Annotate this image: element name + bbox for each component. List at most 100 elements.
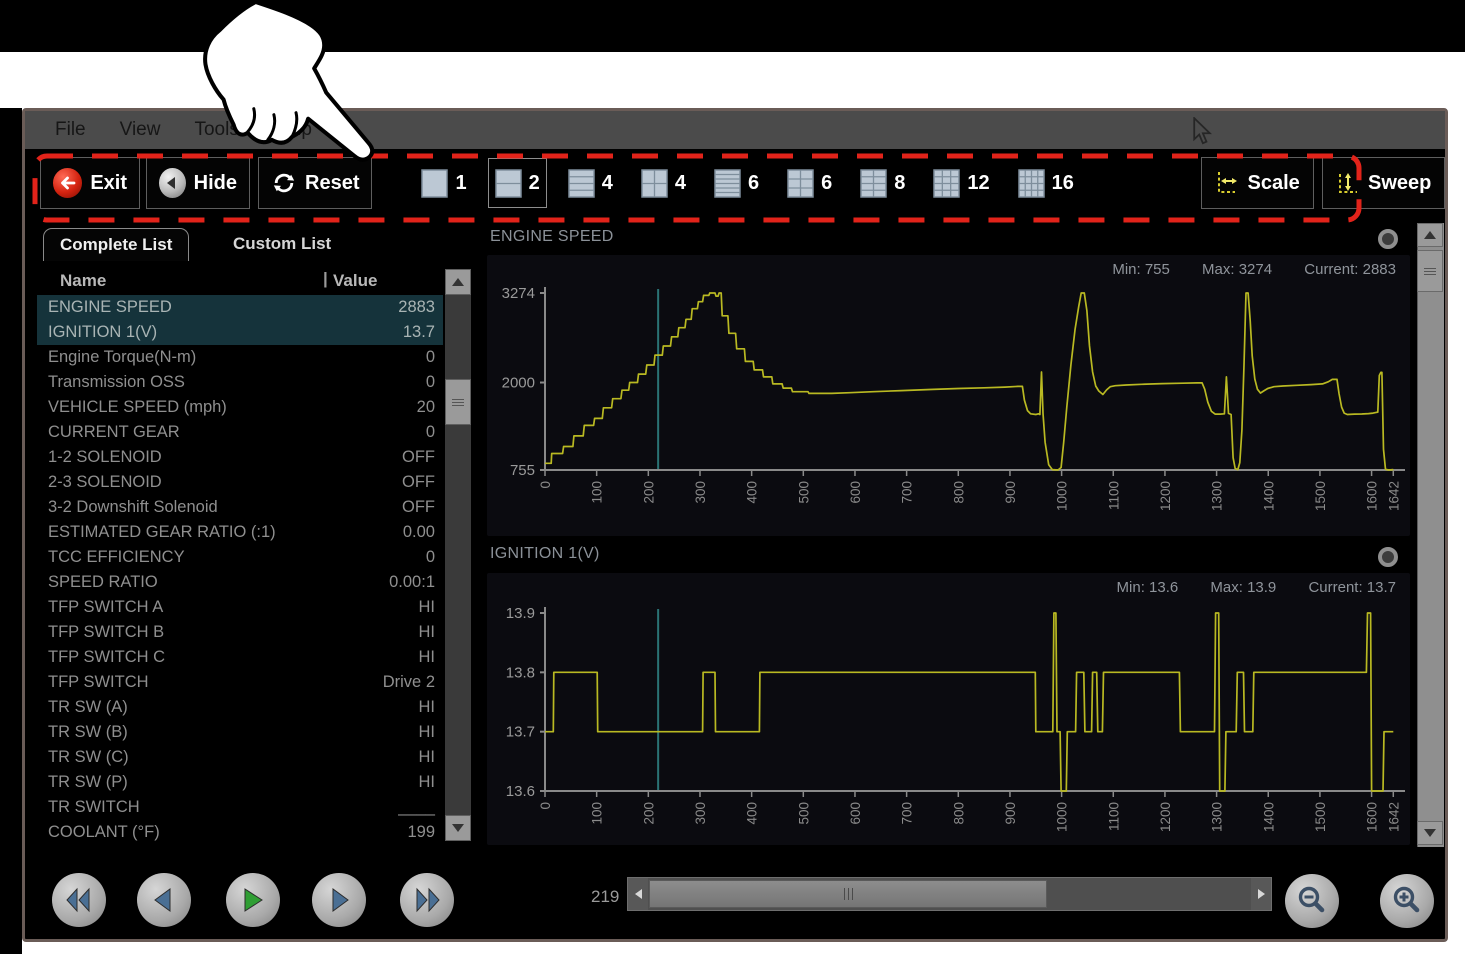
play-button[interactable]: [226, 873, 280, 927]
timeline-left-arrow-icon[interactable]: [628, 878, 648, 910]
parameter-row[interactable]: COOLANT (°F)199: [37, 820, 443, 845]
chart-scroll-up-icon[interactable]: [1417, 223, 1443, 247]
grid-12-icon: [933, 169, 960, 198]
parameter-row[interactable]: TR SWITCH____: [37, 795, 443, 820]
parameter-name: ENGINE SPEED: [37, 298, 398, 317]
parameter-row[interactable]: TR SW (C)HI: [37, 745, 443, 770]
rewind-icon: [64, 885, 94, 915]
parameter-row[interactable]: ESTIMATED GEAR RATIO (:1)0.00: [37, 520, 443, 545]
layout-button-label: 2: [529, 172, 540, 195]
layout-button-label: 1: [455, 172, 466, 195]
svg-text:400: 400: [745, 802, 760, 825]
scale-label: Scale: [1247, 172, 1299, 195]
timeline-right-arrow-icon[interactable]: [1251, 878, 1271, 910]
parameter-row[interactable]: TR SW (A)HI: [37, 695, 443, 720]
svg-text:800: 800: [951, 481, 966, 504]
parameter-value: 20: [417, 398, 443, 417]
parameter-row[interactable]: 3-2 Downshift SolenoidOFF: [37, 495, 443, 520]
svg-text:13.9: 13.9: [506, 605, 535, 622]
zoom-in-button[interactable]: [1380, 874, 1434, 928]
parameter-list: ENGINE SPEED2883IGNITION 1(V)13.7Engine …: [37, 295, 443, 845]
svg-text:1100: 1100: [1106, 802, 1121, 831]
layout-button-4-4x1[interactable]: 4: [561, 164, 620, 203]
layout-button-4-2x2[interactable]: 4: [634, 164, 693, 203]
sweep-label: Sweep: [1368, 172, 1431, 195]
parameter-name: TFP SWITCH: [37, 673, 383, 692]
layout-button-12-4x3[interactable]: 12: [926, 164, 996, 203]
svg-text:1200: 1200: [1158, 481, 1173, 511]
grid-16-icon: [1018, 169, 1045, 198]
parameter-value: HI: [419, 648, 444, 667]
parameter-value: OFF: [402, 448, 443, 467]
step-forward-button[interactable]: [312, 873, 366, 927]
list-scrollbar[interactable]: [445, 269, 471, 841]
tab-complete-list[interactable]: Complete List: [43, 228, 189, 261]
exit-label: Exit: [90, 172, 127, 195]
menu-item-file[interactable]: File: [55, 119, 86, 141]
sweep-button[interactable]: Sweep: [1322, 157, 1445, 209]
sweep-vertical-arrow-icon: [1336, 170, 1360, 196]
chart-scroll-down-icon[interactable]: [1417, 821, 1443, 845]
magnifier-plus-icon: [1390, 884, 1424, 918]
layout-button-2-2x1[interactable]: 2: [488, 158, 547, 208]
parameter-row[interactable]: 2-3 SOLENOIDOFF: [37, 470, 443, 495]
parameter-row[interactable]: ENGINE SPEED2883: [37, 295, 443, 320]
grid-6-icon: [787, 169, 814, 198]
layout-button-label: 4: [602, 172, 613, 195]
parameter-row[interactable]: IGNITION 1(V)13.7: [37, 320, 443, 345]
parameter-row[interactable]: TR SW (P)HI: [37, 770, 443, 795]
chart-scroll-thumb[interactable]: [1417, 250, 1443, 292]
parameter-row[interactable]: 1-2 SOLENOIDOFF: [37, 445, 443, 470]
parameter-name: TR SW (A): [37, 698, 419, 717]
parameter-row[interactable]: CURRENT GEAR0: [37, 420, 443, 445]
ignition-chart[interactable]: 13.913.813.713.6010020030040050060070080…: [487, 573, 1410, 845]
parameter-value: 199: [407, 823, 443, 842]
tab-custom-list[interactable]: Custom List: [217, 228, 347, 260]
timeline-scrollbar[interactable]: [627, 877, 1272, 911]
grid-8-icon: [860, 169, 887, 198]
fast-forward-button[interactable]: [400, 873, 454, 927]
parameter-row[interactable]: TFP SWITCH BHI: [37, 620, 443, 645]
parameter-row[interactable]: SPEED RATIO0.00:1: [37, 570, 443, 595]
parameter-row[interactable]: VEHICLE SPEED (mph)20: [37, 395, 443, 420]
parameter-value: OFF: [402, 473, 443, 492]
step-back-button[interactable]: [137, 873, 191, 927]
svg-text:1500: 1500: [1313, 481, 1328, 511]
svg-text:1600: 1600: [1365, 802, 1380, 832]
record-dot-icon[interactable]: [1378, 229, 1398, 249]
parameter-row[interactable]: TFP SWITCH AHI: [37, 595, 443, 620]
parameter-row[interactable]: TFP SWITCHDrive 2: [37, 670, 443, 695]
parameter-row[interactable]: Engine Torque(N-m)0: [37, 345, 443, 370]
parameter-name: Transmission OSS: [37, 373, 426, 392]
parameter-name: TFP SWITCH A: [37, 598, 419, 617]
timeline-scroll-thumb[interactable]: [649, 880, 1047, 908]
list-scroll-up-icon[interactable]: [445, 269, 471, 295]
parameter-row[interactable]: Transmission OSS0: [37, 370, 443, 395]
engine-speed-chart[interactable]: 3274200075501002003004005006007008009001…: [487, 255, 1410, 536]
parameter-row[interactable]: TFP SWITCH CHI: [37, 645, 443, 670]
zoom-out-button[interactable]: [1285, 874, 1339, 928]
parameter-name: CURRENT GEAR: [37, 423, 426, 442]
parameter-row[interactable]: TR SW (B)HI: [37, 720, 443, 745]
layout-button-6-6x1[interactable]: 6: [707, 164, 766, 203]
rewind-button[interactable]: [52, 873, 106, 927]
layout-button-6-3x2[interactable]: 6: [780, 164, 839, 203]
menu-item-view[interactable]: View: [120, 119, 161, 141]
layout-button-1-1x1[interactable]: 1: [414, 164, 473, 203]
scale-button[interactable]: Scale: [1201, 157, 1315, 209]
layout-button-8-4x2[interactable]: 8: [853, 164, 912, 203]
record-dot-icon[interactable]: [1378, 547, 1398, 567]
exit-button[interactable]: Exit: [40, 157, 140, 209]
parameter-value: HI: [419, 598, 444, 617]
list-scroll-thumb[interactable]: [445, 379, 471, 425]
svg-text:200: 200: [641, 481, 656, 504]
magnifier-minus-icon: [1295, 884, 1329, 918]
chart-scrollbar[interactable]: [1417, 223, 1444, 847]
layout-button-16-4x4[interactable]: 16: [1011, 164, 1081, 203]
layout-button-label: 16: [1052, 172, 1074, 195]
frame-counter: 219: [591, 887, 619, 907]
parameter-row[interactable]: TCC EFFICIENCY0: [37, 545, 443, 570]
stat-max: Max: 13.9: [1210, 579, 1276, 596]
engine-speed-stats: Min: 755 Max: 3274 Current: 2883: [487, 261, 1410, 278]
list-scroll-down-icon[interactable]: [445, 815, 471, 841]
